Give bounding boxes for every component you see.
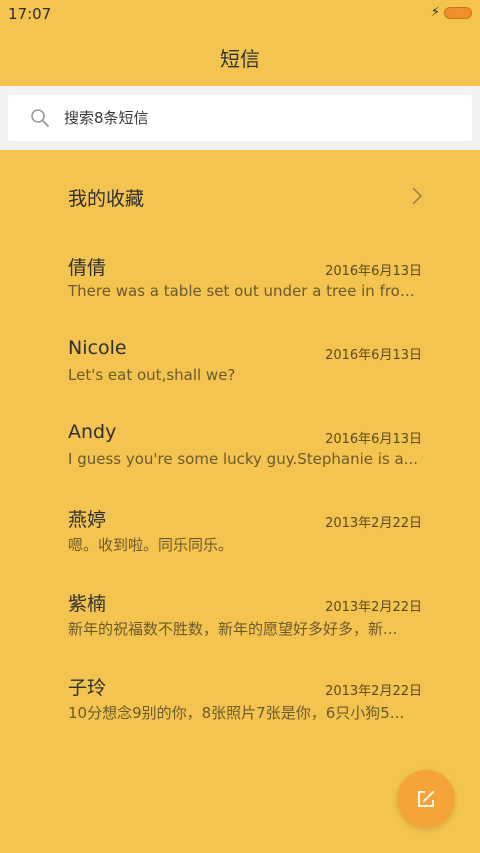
message-preview: Let's eat out,shall we? <box>68 366 236 384</box>
conversation-item[interactable]: Nicole 2016年6月13日 Let's eat out,shall we… <box>0 326 480 410</box>
message-date: 2013年2月22日 <box>325 684 422 699</box>
message-date: 2013年2月22日 <box>325 516 422 531</box>
chevron-right-icon <box>410 185 424 207</box>
message-preview: 嗯。收到啦。同乐同乐。 <box>68 536 234 554</box>
page-title: 短信 <box>220 46 260 71</box>
status-time: 17:07 <box>8 5 52 23</box>
message-preview: 新年的祝福数不胜数，新年的愿望好多好多，新... <box>68 620 398 638</box>
contact-name: Nicole <box>68 337 127 359</box>
charging-bolt-icon: ⚡ <box>430 5 440 20</box>
message-date: 2016年6月13日 <box>325 348 422 363</box>
status-icons: ⚡ <box>431 6 472 20</box>
contact-name: 子玲 <box>68 677 107 699</box>
conversation-item[interactable]: 紫楠 2013年2月22日 新年的祝福数不胜数，新年的愿望好多好多，新... <box>0 578 480 662</box>
battery-icon <box>444 7 472 19</box>
message-preview: I guess you're some lucky guy.Stephanie … <box>68 450 418 468</box>
conversation-list: 我的收藏 倩倩 2016年6月13日 There was a table set… <box>0 150 480 746</box>
conversation-item[interactable]: 燕婷 2013年2月22日 嗯。收到啦。同乐同乐。 <box>0 494 480 578</box>
status-bar: 17:07 ⚡ <box>0 0 480 28</box>
search-input[interactable] <box>64 109 424 127</box>
search-box[interactable] <box>8 95 472 141</box>
message-date: 2016年6月13日 <box>325 264 422 279</box>
message-preview: There was a table set out under a tree i… <box>68 282 422 300</box>
search-icon <box>30 108 50 128</box>
favorites-row[interactable]: 我的收藏 <box>0 150 480 242</box>
contact-name: Andy <box>68 421 117 443</box>
search-area <box>0 86 480 150</box>
compose-icon <box>417 790 435 808</box>
message-date: 2013年2月22日 <box>325 600 422 615</box>
conversation-item[interactable]: 子玲 2013年2月22日 10分想念9别的你，8张照片7张是你，6只小狗5..… <box>0 662 480 746</box>
message-preview: 10分想念9别的你，8张照片7张是你，6只小狗5... <box>68 704 405 722</box>
compose-button[interactable] <box>397 770 455 828</box>
conversation-item[interactable]: Andy 2016年6月13日 I guess you're some luck… <box>0 410 480 494</box>
conversation-item[interactable]: 倩倩 2016年6月13日 There was a table set out … <box>0 242 480 326</box>
favorites-label: 我的收藏 <box>68 188 145 210</box>
title-bar: 短信 <box>0 28 480 86</box>
contact-name: 燕婷 <box>68 509 107 531</box>
contact-name: 紫楠 <box>68 593 107 615</box>
contact-name: 倩倩 <box>68 257 107 279</box>
message-date: 2016年6月13日 <box>325 432 422 447</box>
